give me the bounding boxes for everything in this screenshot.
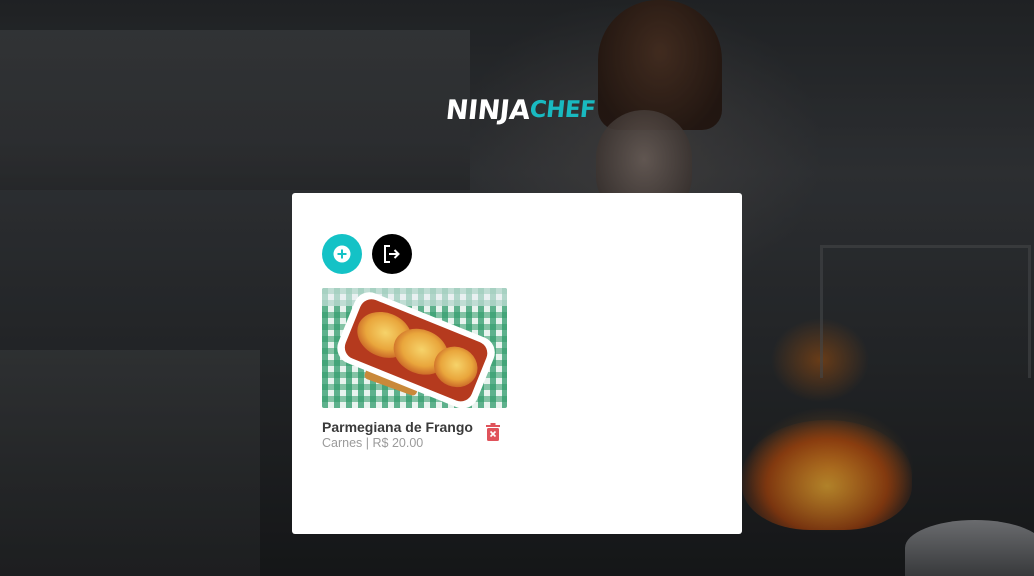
ninjachef-logo: NINJA CHEF xyxy=(444,88,596,132)
sign-out-icon xyxy=(384,245,400,263)
logout-button[interactable] xyxy=(372,234,412,274)
recipe-name: Parmegiana de Frango xyxy=(322,419,473,435)
add-recipe-button[interactable] xyxy=(322,234,362,274)
recipe-category-price: Carnes | R$ 20.00 xyxy=(322,436,424,450)
logo-chef-text: CHEF xyxy=(528,97,597,123)
chicken-parmigiana-photo xyxy=(322,288,507,408)
recipes-card: Parmegiana de Frango Carnes | R$ 20.00 xyxy=(292,193,742,534)
recipe-card[interactable]: Parmegiana de Frango Carnes | R$ 20.00 xyxy=(322,288,507,451)
logo-ninja-text: NINJA xyxy=(444,94,532,126)
delete-recipe-button[interactable] xyxy=(485,422,501,442)
trash-icon xyxy=(486,423,500,441)
plus-circle-icon xyxy=(333,245,351,263)
